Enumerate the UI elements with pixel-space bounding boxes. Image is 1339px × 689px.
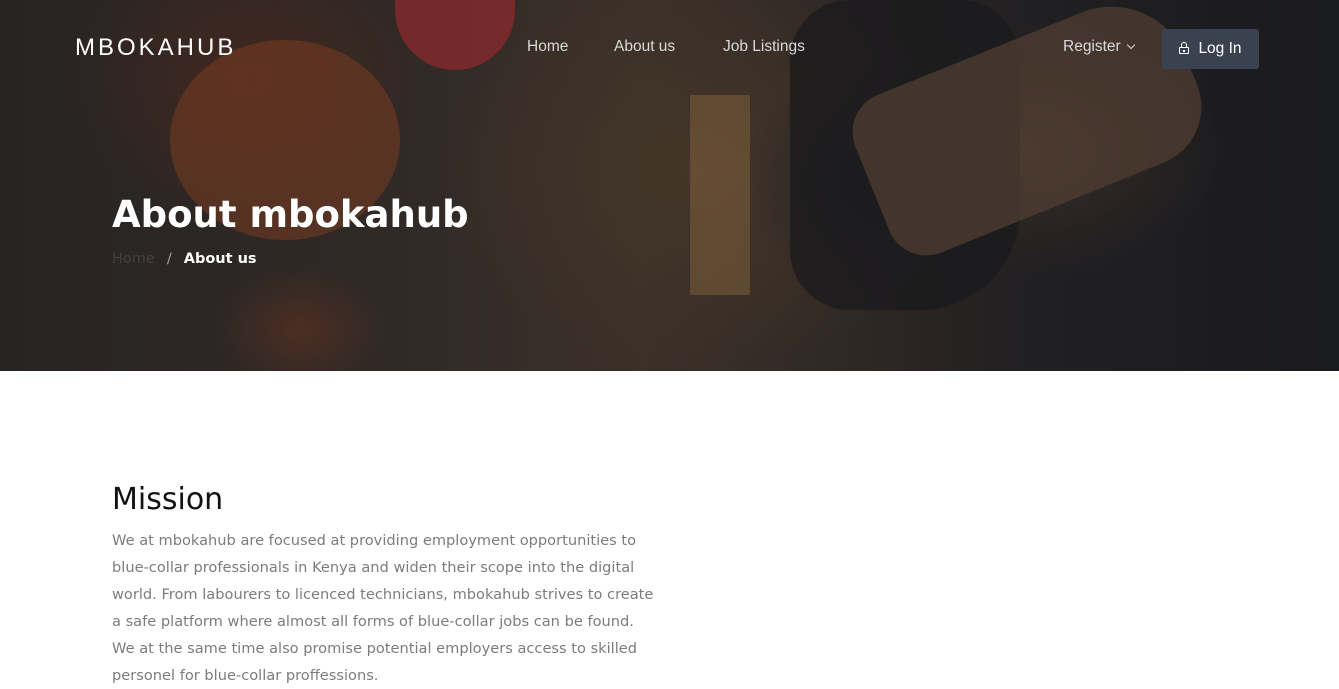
mission-section: Mission We at mbokahub are focused at pr…	[112, 482, 657, 689]
mission-text: We at mbokahub are focused at providing …	[112, 532, 654, 684]
breadcrumb-home-link[interactable]: Home	[112, 251, 155, 267]
login-button[interactable]: Log In	[1162, 29, 1259, 69]
register-label: Register	[1063, 38, 1121, 55]
top-navbar: MBOKAHUB Home About us Job Listings Regi…	[0, 0, 1339, 96]
breadcrumb-separator: /	[166, 251, 172, 267]
register-dropdown[interactable]: Register	[1063, 38, 1135, 56]
site-logo[interactable]: MBOKAHUB	[75, 34, 236, 62]
lock-icon	[1179, 42, 1190, 54]
hero-banner: MBOKAHUB Home About us Job Listings Regi…	[0, 0, 1339, 371]
login-label: Log In	[1198, 40, 1242, 57]
breadcrumb: Home / About us	[112, 251, 257, 267]
nav-about-us[interactable]: About us	[614, 38, 675, 56]
breadcrumb-current: About us	[183, 251, 257, 267]
nav-job-listings[interactable]: Job Listings	[723, 38, 805, 56]
mission-heading: Mission	[112, 482, 224, 517]
nav-home[interactable]: Home	[527, 38, 568, 56]
page-title: About mbokahub	[112, 193, 469, 236]
chevron-down-icon	[1126, 40, 1135, 50]
